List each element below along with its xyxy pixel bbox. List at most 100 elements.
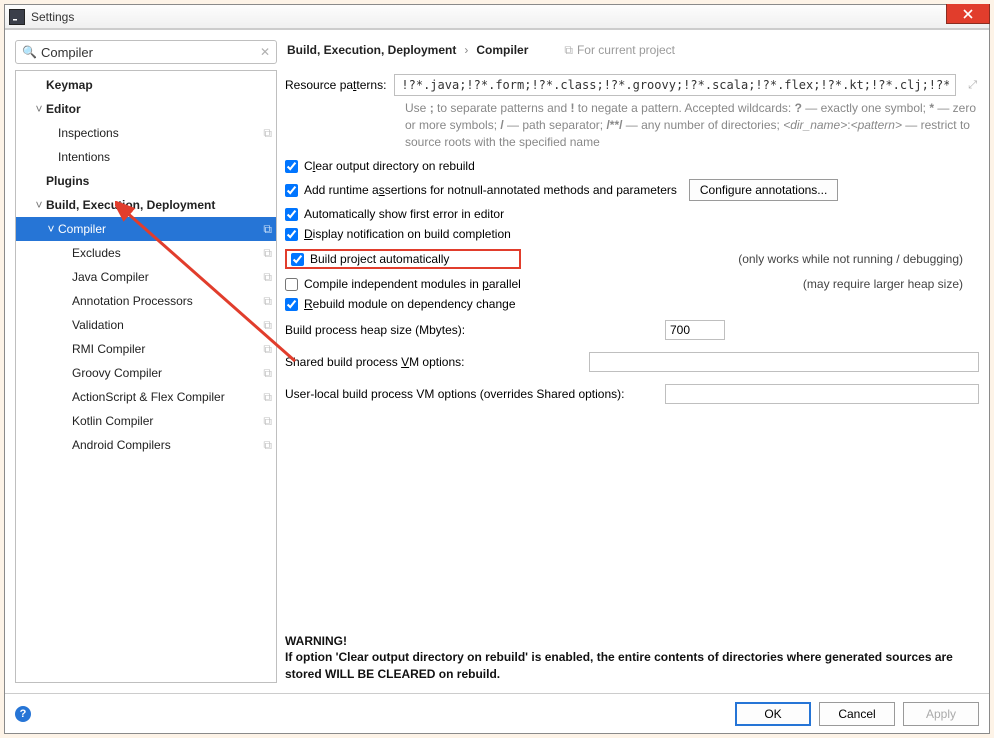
compiler-panel: Resource patterns: ⤢ Use ; to separate p… bbox=[285, 62, 979, 683]
help-icon[interactable]: ? bbox=[15, 706, 31, 722]
resource-patterns-input[interactable] bbox=[394, 74, 956, 96]
tree-item-annotation-processors[interactable]: Annotation Processors⧉ bbox=[16, 289, 276, 313]
tree-item-label: Validation bbox=[72, 318, 263, 332]
tree-item-build-execution-deployment[interactable]: ˅Build, Execution, Deployment bbox=[16, 193, 276, 217]
expand-icon[interactable]: ⤢ bbox=[968, 79, 977, 92]
tree-item-groovy-compiler[interactable]: Groovy Compiler⧉ bbox=[16, 361, 276, 385]
app-icon bbox=[9, 9, 25, 25]
tree-item-compiler[interactable]: ˅Compiler⧉ bbox=[16, 217, 276, 241]
auto-first-error-label: Automatically show first error in editor bbox=[304, 207, 504, 221]
tree-item-label: Plugins bbox=[46, 174, 272, 188]
breadcrumb: Build, Execution, Deployment › Compiler … bbox=[285, 40, 979, 62]
clear-output-label: Clear output directory on rebuild bbox=[304, 159, 475, 173]
user-vm-input[interactable] bbox=[665, 384, 979, 404]
project-scope-icon: ⧉ bbox=[263, 342, 272, 357]
project-scope-icon: ⧉ bbox=[263, 318, 272, 333]
apply-button[interactable]: Apply bbox=[903, 702, 979, 726]
tree-item-keymap[interactable]: Keymap bbox=[16, 73, 276, 97]
search-box[interactable]: 🔍 ✕ bbox=[15, 40, 277, 64]
runtime-assert-row: Add runtime assertions for notnull-annot… bbox=[285, 176, 979, 204]
auto-first-error-row[interactable]: Automatically show first error in editor bbox=[285, 204, 979, 224]
cancel-button[interactable]: Cancel bbox=[819, 702, 895, 726]
user-vm-label: User-local build process VM options (ove… bbox=[285, 387, 665, 401]
display-notification-checkbox[interactable] bbox=[285, 228, 298, 241]
runtime-assert-checkbox[interactable] bbox=[285, 184, 298, 197]
project-scope-icon: ⧉ bbox=[263, 390, 272, 405]
tree-item-label: Inspections bbox=[58, 126, 263, 140]
tree-item-actionscript-flex-compiler[interactable]: ActionScript & Flex Compiler⧉ bbox=[16, 385, 276, 409]
settings-tree[interactable]: Keymap˅EditorInspections⧉IntentionsPlugi… bbox=[15, 70, 277, 683]
build-auto-note: (only works while not running / debuggin… bbox=[738, 252, 979, 266]
tree-item-label: Kotlin Compiler bbox=[72, 414, 263, 428]
project-scope-icon: ⧉ bbox=[263, 438, 272, 453]
tree-item-plugins[interactable]: Plugins bbox=[16, 169, 276, 193]
rebuild-dep-label: Rebuild module on dependency change bbox=[304, 297, 516, 311]
project-scope-icon: ⧉ bbox=[263, 294, 272, 309]
compile-parallel-checkbox[interactable] bbox=[285, 278, 298, 291]
search-input[interactable] bbox=[41, 45, 256, 60]
tree-item-validation[interactable]: Validation⧉ bbox=[16, 313, 276, 337]
close-button[interactable] bbox=[946, 4, 990, 24]
tree-item-editor[interactable]: ˅Editor bbox=[16, 97, 276, 121]
tree-item-inspections[interactable]: Inspections⧉ bbox=[16, 121, 276, 145]
tree-item-label: RMI Compiler bbox=[72, 342, 263, 356]
search-icon: 🔍 bbox=[22, 45, 37, 59]
rebuild-dep-checkbox[interactable] bbox=[285, 298, 298, 311]
auto-first-error-checkbox[interactable] bbox=[285, 208, 298, 221]
shared-vm-input[interactable] bbox=[589, 352, 979, 372]
tree-item-kotlin-compiler[interactable]: Kotlin Compiler⧉ bbox=[16, 409, 276, 433]
compile-parallel-row: Compile independent modules in parallel … bbox=[285, 274, 979, 294]
tree-item-rmi-compiler[interactable]: RMI Compiler⧉ bbox=[16, 337, 276, 361]
warning-body: If option 'Clear output directory on reb… bbox=[285, 649, 979, 683]
for-current-project-label: For current project bbox=[577, 43, 675, 57]
tree-item-label: ActionScript & Flex Compiler bbox=[72, 390, 263, 404]
dialog-footer: ? OK Cancel Apply bbox=[5, 693, 989, 733]
display-notification-row[interactable]: Display notification on build completion bbox=[285, 224, 979, 244]
heap-size-row: Build process heap size (Mbytes): bbox=[285, 314, 979, 346]
build-auto-label: Build project automatically bbox=[310, 252, 449, 266]
tree-item-label: Java Compiler bbox=[72, 270, 263, 284]
chevron-right-icon: › bbox=[464, 43, 468, 57]
ok-button[interactable]: OK bbox=[735, 702, 811, 726]
rebuild-dep-row[interactable]: Rebuild module on dependency change bbox=[285, 294, 979, 314]
tree-item-label: Excludes bbox=[72, 246, 263, 260]
left-panel: 🔍 ✕ Keymap˅EditorInspections⧉IntentionsP… bbox=[15, 40, 277, 683]
tree-item-label: Editor bbox=[46, 102, 272, 116]
tree-item-android-compilers[interactable]: Android Compilers⧉ bbox=[16, 433, 276, 457]
window-title: Settings bbox=[31, 10, 74, 24]
build-auto-checkbox[interactable] bbox=[291, 253, 304, 266]
copy-icon: ⧉ bbox=[564, 43, 573, 58]
tree-item-label: Groovy Compiler bbox=[72, 366, 263, 380]
compile-parallel-label: Compile independent modules in parallel bbox=[304, 277, 521, 291]
clear-output-checkbox[interactable] bbox=[285, 160, 298, 173]
tree-item-intentions[interactable]: Intentions bbox=[16, 145, 276, 169]
heap-size-label: Build process heap size (Mbytes): bbox=[285, 323, 665, 337]
compile-parallel-note: (may require larger heap size) bbox=[803, 277, 979, 291]
project-scope-icon: ⧉ bbox=[263, 270, 272, 285]
clear-output-row[interactable]: Clear output directory on rebuild bbox=[285, 156, 979, 176]
tree-item-label: Annotation Processors bbox=[72, 294, 263, 308]
expand-arrow-icon: ˅ bbox=[44, 222, 58, 236]
warning-title: WARNING! bbox=[285, 633, 979, 650]
project-scope-icon: ⧉ bbox=[263, 414, 272, 429]
breadcrumb-a: Build, Execution, Deployment bbox=[287, 43, 456, 57]
project-scope-icon: ⧉ bbox=[263, 126, 272, 141]
shared-vm-row: Shared build process VM options: bbox=[285, 346, 979, 378]
breadcrumb-b: Compiler bbox=[476, 43, 528, 57]
tree-item-label: Compiler bbox=[58, 222, 263, 236]
configure-annotations-button[interactable]: Configure annotations... bbox=[689, 179, 838, 201]
for-current-project: ⧉ For current project bbox=[564, 43, 675, 58]
tree-item-label: Keymap bbox=[46, 78, 272, 92]
title-bar[interactable]: Settings bbox=[5, 5, 989, 29]
heap-size-input[interactable] bbox=[665, 320, 725, 340]
clear-icon[interactable]: ✕ bbox=[260, 45, 270, 59]
tree-item-java-compiler[interactable]: Java Compiler⧉ bbox=[16, 265, 276, 289]
expand-arrow-icon: ˅ bbox=[32, 102, 46, 116]
tree-item-excludes[interactable]: Excludes⧉ bbox=[16, 241, 276, 265]
build-auto-row: Build project automatically (only works … bbox=[285, 244, 979, 274]
resource-patterns-hint: Use ; to separate patterns and ! to nega… bbox=[405, 100, 979, 156]
settings-window: Settings 🔍 ✕ Keymap˅EditorInspections⧉In… bbox=[4, 4, 990, 734]
right-panel: Build, Execution, Deployment › Compiler … bbox=[285, 40, 979, 683]
user-vm-row: User-local build process VM options (ove… bbox=[285, 378, 979, 410]
display-notification-label: Display notification on build completion bbox=[304, 227, 511, 241]
